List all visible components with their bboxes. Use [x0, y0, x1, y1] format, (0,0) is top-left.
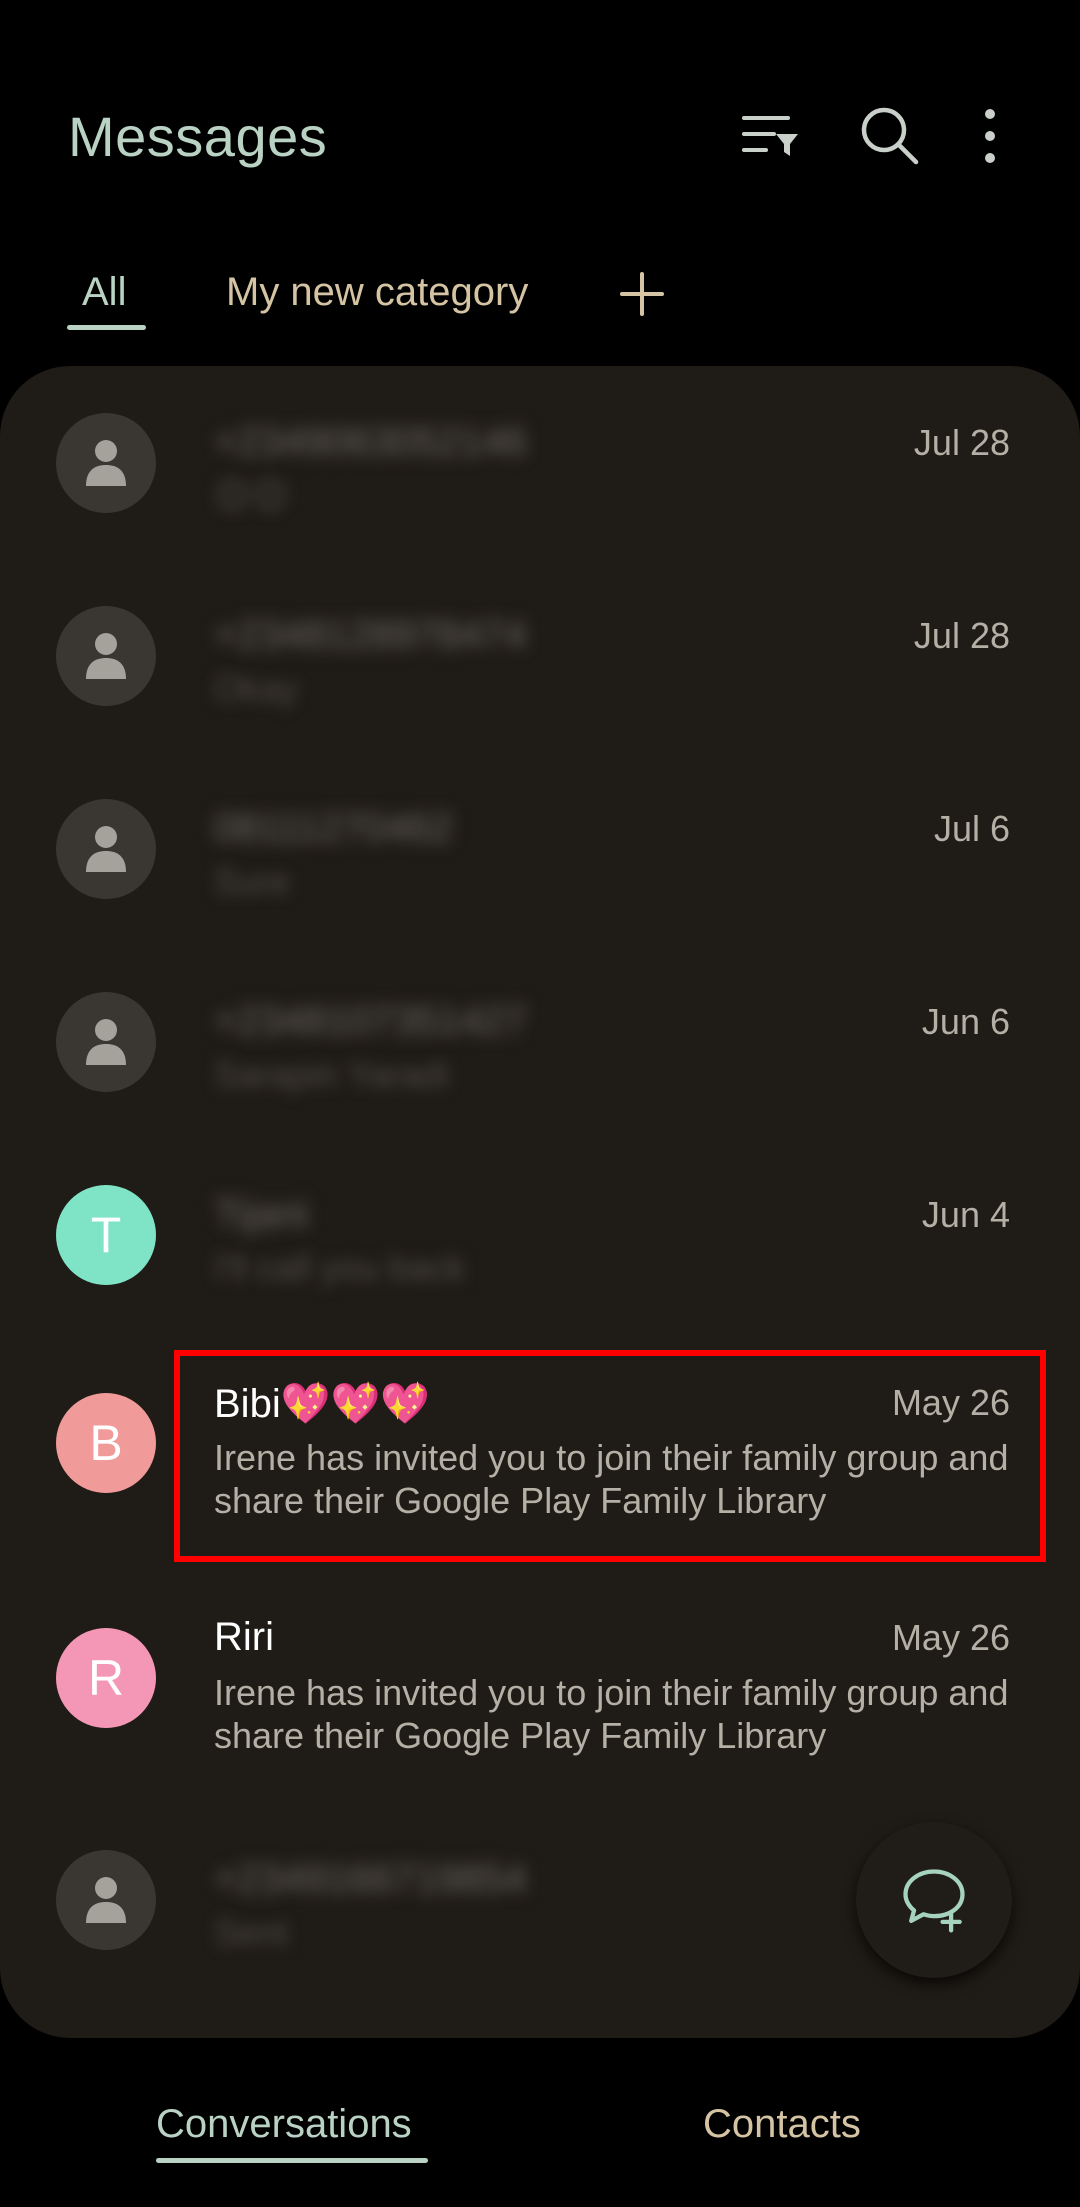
conversation-preview: Sure	[214, 861, 291, 902]
new-conversation-button[interactable]	[856, 1822, 1012, 1978]
conversation-item[interactable]: +2348107351427 Jun 6 Sarapin Yaradi	[0, 975, 1080, 1165]
person-icon	[56, 799, 156, 899]
person-icon	[56, 1850, 156, 1950]
tab-my-new-category[interactable]: My new category	[226, 270, 528, 315]
conversation-preview: Irene has invited you to join their fami…	[214, 1672, 1009, 1756]
add-category-icon[interactable]	[618, 270, 666, 318]
conversation-name: +2349063052146	[214, 420, 527, 464]
search-icon[interactable]	[858, 104, 922, 168]
conversation-name: +2349166719854	[214, 1857, 527, 1901]
conversation-date: Jul 28	[913, 422, 1010, 463]
conversation-preview: I'll call you back	[214, 1247, 465, 1288]
conversation-item[interactable]: +2348128978474 Jul 28 Okay	[0, 589, 1080, 779]
conversation-name: Riri	[214, 1615, 274, 1659]
conversation-preview: Sarapin Yaradi	[214, 1054, 449, 1095]
conversation-preview: 😊😊	[214, 475, 290, 516]
app-header: Messages	[0, 0, 1080, 270]
tab-contacts[interactable]: Contacts	[703, 2102, 861, 2147]
avatar: T	[56, 1185, 156, 1285]
category-tabs: All My new category	[0, 270, 1080, 340]
conversation-date: May 26	[891, 1617, 1010, 1658]
conversation-date: Jul 28	[913, 615, 1010, 656]
tab-conversations[interactable]: Conversations	[156, 2102, 412, 2147]
conversation-item[interactable]: T Tijani Jun 4 I'll call you back	[0, 1168, 1080, 1358]
conversation-preview: Okay	[214, 668, 299, 709]
bottom-navigation: Conversations Contacts	[0, 2070, 1080, 2207]
tab-conversations-indicator	[156, 2158, 428, 2163]
conversation-name: Tijani	[214, 1192, 309, 1236]
conversation-name: +2348107351427	[214, 999, 527, 1043]
tab-all[interactable]: All	[82, 270, 126, 315]
avatar: R	[56, 1628, 156, 1728]
person-icon	[56, 992, 156, 1092]
conversation-date: Jun 6	[921, 1001, 1010, 1042]
avatar: B	[56, 1393, 156, 1493]
conversation-item[interactable]: 08111270462 Jul 6 Sure	[0, 782, 1080, 972]
filter-icon[interactable]	[740, 104, 804, 168]
person-icon	[56, 606, 156, 706]
conversation-name: +2348128978474	[214, 613, 527, 657]
more-options-icon[interactable]	[958, 104, 1022, 168]
conversation-item[interactable]: +2349063052146 Jul 28 😊😊	[0, 396, 1080, 586]
conversation-date: Jul 6	[933, 808, 1010, 849]
new-chat-icon	[903, 1869, 965, 1933]
conversation-list: +2349063052146 Jul 28 😊😊 +2348128978474 …	[0, 366, 1080, 2038]
page-title: Messages	[68, 105, 328, 168]
conversation-item[interactable]: R Riri May 26 Irene has invited you to j…	[0, 1595, 1080, 1810]
person-icon	[56, 413, 156, 513]
tab-all-indicator	[67, 325, 146, 330]
conversation-date: Jun 4	[921, 1194, 1010, 1235]
selection-highlight	[174, 1350, 1046, 1562]
conversation-name: 08111270462	[214, 806, 453, 850]
